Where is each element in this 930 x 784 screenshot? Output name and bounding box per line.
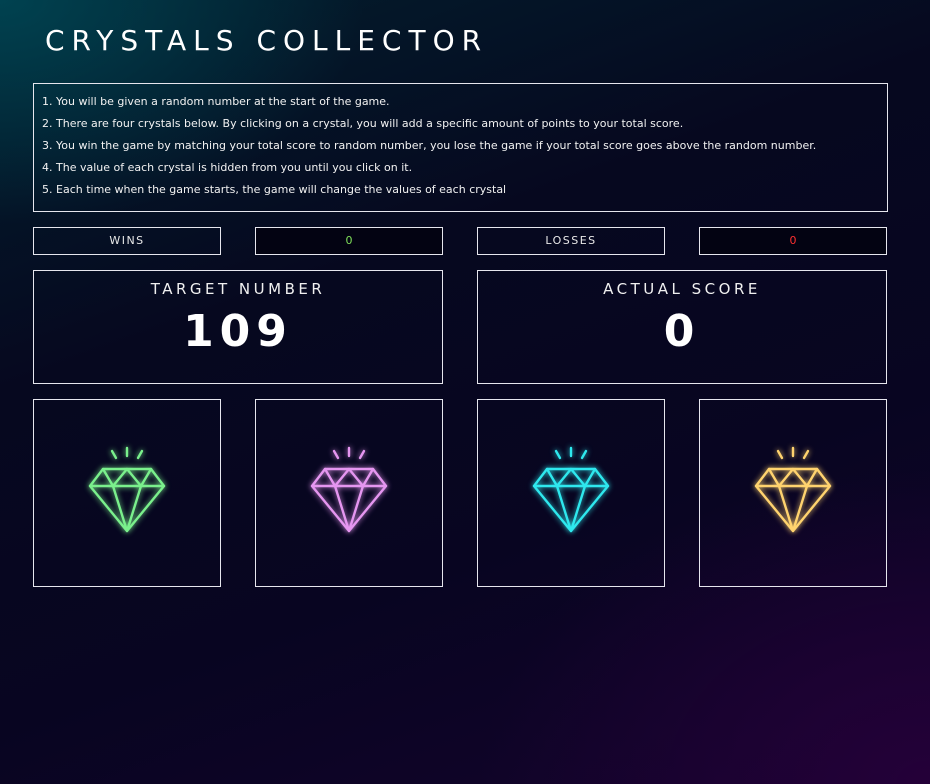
actual-score-label: ACTUAL SCORE [603,280,761,298]
instruction-item: The value of each crystal is hidden from… [56,157,875,179]
instruction-item: Each time when the game starts, the game… [56,179,875,201]
losses-label: LOSSES [477,227,665,255]
target-number-panel: TARGET NUMBER 109 [33,270,443,384]
green-diamond-icon [82,446,172,540]
actual-score-value: 0 [663,306,701,357]
losses-counter: 0 [699,227,887,255]
crystal-button-1[interactable] [33,399,221,587]
instructions-list: You will be given a random number at the… [46,91,875,201]
crystal-button-3[interactable] [477,399,665,587]
gold-diamond-icon [748,446,838,540]
wins-label: WINS [33,227,221,255]
target-number-value: 109 [183,306,293,357]
target-number-label: TARGET NUMBER [150,280,326,298]
instructions-panel: You will be given a random number at the… [33,83,888,212]
cyan-diamond-icon [526,446,616,540]
crystal-button-4[interactable] [699,399,887,587]
actual-score-panel: ACTUAL SCORE 0 [477,270,887,384]
game-title: CRYSTALS COLLECTOR [45,24,489,57]
crystal-button-2[interactable] [255,399,443,587]
instruction-item: You will be given a random number at the… [56,91,875,113]
instruction-item: There are four crystals below. By clicki… [56,113,875,135]
instruction-item: You win the game by matching your total … [56,135,875,157]
wins-counter: 0 [255,227,443,255]
pink-diamond-icon [304,446,394,540]
